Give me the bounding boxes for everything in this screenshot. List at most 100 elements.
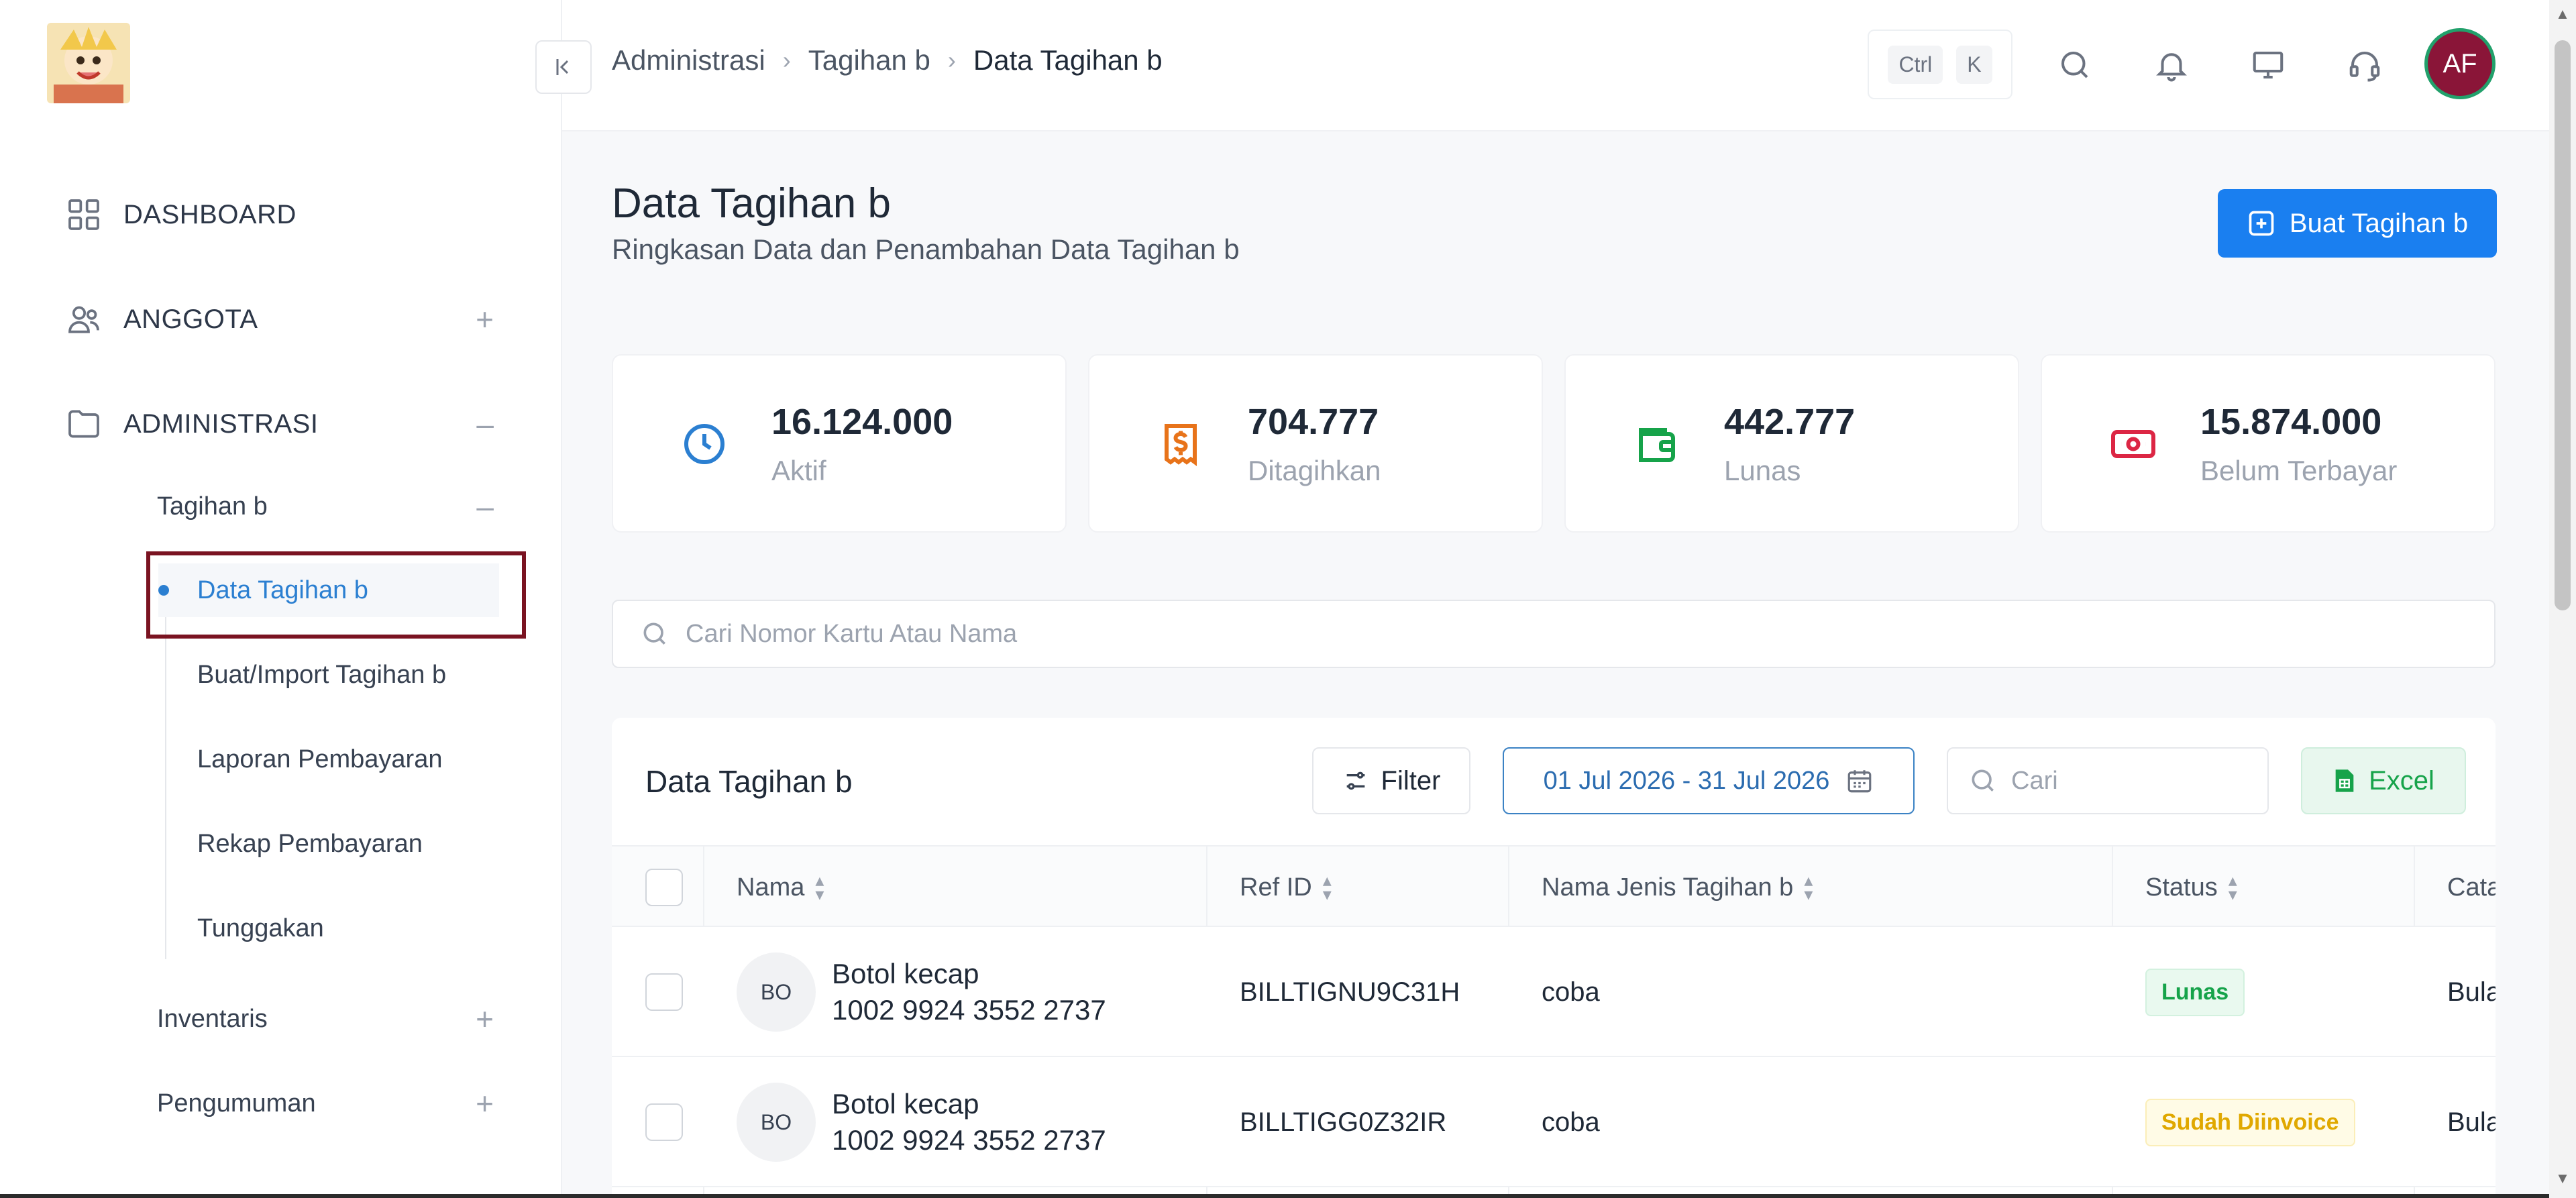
member-name: Botol kecap — [832, 1088, 979, 1120]
th-jenis[interactable]: Nama Jenis Tagihan b ▴ ▾ — [1542, 847, 1813, 928]
th-ref-id-label: Ref ID — [1240, 873, 1312, 902]
create-tagihan-button[interactable]: Buat Tagihan b — [2218, 189, 2497, 258]
nav-rekap-pembayaran[interactable]: Rekap Pembayaran — [197, 817, 492, 871]
date-range-value: 01 Jul 2026 - 31 Jul 2026 — [1543, 766, 1830, 795]
status-badge: Lunas — [2145, 968, 2245, 1016]
monitor-icon[interactable] — [2245, 42, 2292, 89]
collapse-sidebar-button[interactable] — [535, 40, 592, 94]
folder-icon — [64, 404, 103, 443]
avatar: BO — [737, 1083, 816, 1162]
search-icon[interactable] — [2051, 42, 2098, 89]
table-row[interactable]: BO Botol kecap 1002 9924 3552 2737 BILLT… — [612, 927, 2496, 1057]
nav-administrasi-label: ADMINISTRASI — [123, 409, 319, 439]
th-nama[interactable]: Nama ▴ ▾ — [737, 847, 824, 928]
sort-icon: ▴ ▾ — [1804, 870, 1813, 904]
stat-card-ditagihkan: 704.777 Ditagihkan — [1088, 354, 1543, 533]
scroll-up-icon[interactable]: ▲ — [2553, 5, 2572, 24]
sidebar: DASHBOARD ANGGOTA + ADMINISTRASI – Tagih… — [0, 0, 562, 1198]
breadcrumb-current: Data Tagihan b — [973, 44, 1163, 76]
row-checkbox-cell — [645, 927, 683, 1057]
chevron-right-icon: › — [782, 46, 791, 74]
page-title: Data Tagihan b — [612, 180, 891, 227]
cash-icon — [2106, 417, 2160, 471]
nav-anggota[interactable]: ANGGOTA + — [64, 292, 494, 346]
cell-catatan: Bula — [2447, 1107, 2496, 1137]
th-status-label: Status — [2145, 873, 2218, 902]
page-scrollbar[interactable]: ▲ ▼ — [2549, 0, 2576, 1198]
nav-buat-import[interactable]: Buat/Import Tagihan b — [197, 648, 492, 702]
nav-tagihan-b-label: Tagihan b — [157, 492, 268, 521]
grid-icon — [64, 195, 103, 234]
row-checkbox[interactable] — [645, 973, 683, 1011]
users-icon — [64, 300, 103, 339]
nav-laporan-pembayaran[interactable]: Laporan Pembayaran — [197, 732, 492, 786]
card-number: 1002 9924 3552 2737 — [832, 994, 1106, 1026]
table-card: Data Tagihan b Filter 01 Jul 2026 - 31 J… — [612, 718, 2496, 1198]
nav-pengumuman[interactable]: Pengumuman + — [157, 1080, 494, 1127]
breadcrumb-item[interactable]: Tagihan b — [808, 44, 930, 76]
expand-icon[interactable]: + — [476, 1001, 494, 1037]
nav-tunggakan[interactable]: Tunggakan — [197, 902, 492, 955]
nav-administrasi[interactable]: ADMINISTRASI – — [64, 397, 494, 451]
sort-icon: ▴ ▾ — [1322, 870, 1332, 904]
sliders-icon — [1346, 771, 1364, 790]
excel-export-button[interactable]: Excel — [2301, 747, 2466, 814]
avatar[interactable]: AF — [2424, 28, 2496, 99]
scroll-down-icon[interactable]: ▼ — [2553, 1170, 2572, 1189]
nav-dashboard-label: DASHBOARD — [123, 199, 297, 229]
command-palette-shortcut[interactable]: Ctrl K — [1868, 30, 2012, 99]
card-search-box[interactable] — [612, 600, 2496, 668]
table-title: Data Tagihan b — [645, 764, 853, 799]
bell-icon[interactable] — [2148, 42, 2195, 89]
table-search-box[interactable] — [1947, 747, 2269, 814]
select-all-checkbox[interactable] — [645, 869, 683, 906]
table-search-input[interactable] — [2011, 766, 2266, 796]
nav-pengumuman-label: Pengumuman — [157, 1089, 316, 1118]
app-logo[interactable] — [47, 23, 130, 103]
kbd-k: K — [1956, 45, 1992, 84]
chevron-right-icon: › — [947, 46, 956, 74]
th-catatan[interactable]: Cata — [2447, 847, 2496, 928]
cell-ref-id: BILLTIGG0Z32IR — [1240, 1107, 1447, 1137]
filter-button[interactable]: Filter — [1312, 747, 1470, 814]
nav-rekap-label: Rekap Pembayaran — [197, 829, 423, 858]
date-range-picker[interactable]: 01 Jul 2026 - 31 Jul 2026 — [1503, 747, 1915, 814]
nav-tunggakan-label: Tunggakan — [197, 914, 324, 942]
expand-icon[interactable]: + — [476, 1085, 494, 1122]
nav-anggota-label: ANGGOTA — [123, 304, 258, 334]
search-icon — [1972, 769, 1994, 792]
row-checkbox[interactable] — [645, 1103, 683, 1141]
scroll-thumb[interactable] — [2555, 40, 2571, 610]
collapse-icon[interactable]: – — [476, 406, 494, 442]
collapse-icon[interactable]: – — [476, 488, 494, 525]
search-icon — [643, 622, 665, 645]
kbd-ctrl: Ctrl — [1888, 45, 1943, 84]
nav-tagihan-b[interactable]: Tagihan b – — [157, 483, 494, 530]
expand-icon[interactable]: + — [476, 301, 494, 337]
card-search-input[interactable] — [686, 619, 2430, 649]
sort-icon: ▴ ▾ — [2228, 870, 2237, 904]
th-status[interactable]: Status ▴ ▾ — [2145, 847, 2237, 928]
submenu-guide-line — [165, 610, 166, 959]
cell-catatan: Bula — [2447, 977, 2496, 1007]
sort-icon: ▴ ▾ — [815, 870, 824, 904]
stat-value: 16.124.000 — [771, 402, 953, 442]
breadcrumb: Administrasi › Tagihan b › Data Tagihan … — [612, 44, 1163, 76]
excel-label: Excel — [2369, 765, 2434, 796]
th-ref-id[interactable]: Ref ID ▴ ▾ — [1240, 847, 1332, 928]
stat-card-aktif: 16.124.000 Aktif — [612, 354, 1067, 533]
cell-ref-id: BILLTIGNU9C31H — [1240, 977, 1460, 1007]
cell-status: Sudah Diinvoice — [2145, 1057, 2355, 1187]
nav-dashboard[interactable]: DASHBOARD — [64, 188, 494, 241]
stat-label: Ditagihkan — [1248, 455, 1381, 486]
avatar: BO — [737, 952, 816, 1032]
nav-inventaris[interactable]: Inventaris + — [157, 995, 494, 1042]
row-checkbox-cell — [645, 1057, 683, 1187]
stat-value: 15.874.000 — [2200, 402, 2382, 442]
spreadsheet-icon — [2335, 769, 2354, 792]
headset-icon[interactable] — [2341, 42, 2388, 89]
breadcrumb-item[interactable]: Administrasi — [612, 44, 765, 76]
collapse-left-icon — [556, 59, 569, 75]
clock-icon — [678, 417, 731, 471]
table-row[interactable]: BO Botol kecap 1002 9924 3552 2737 BILLT… — [612, 1057, 2496, 1187]
